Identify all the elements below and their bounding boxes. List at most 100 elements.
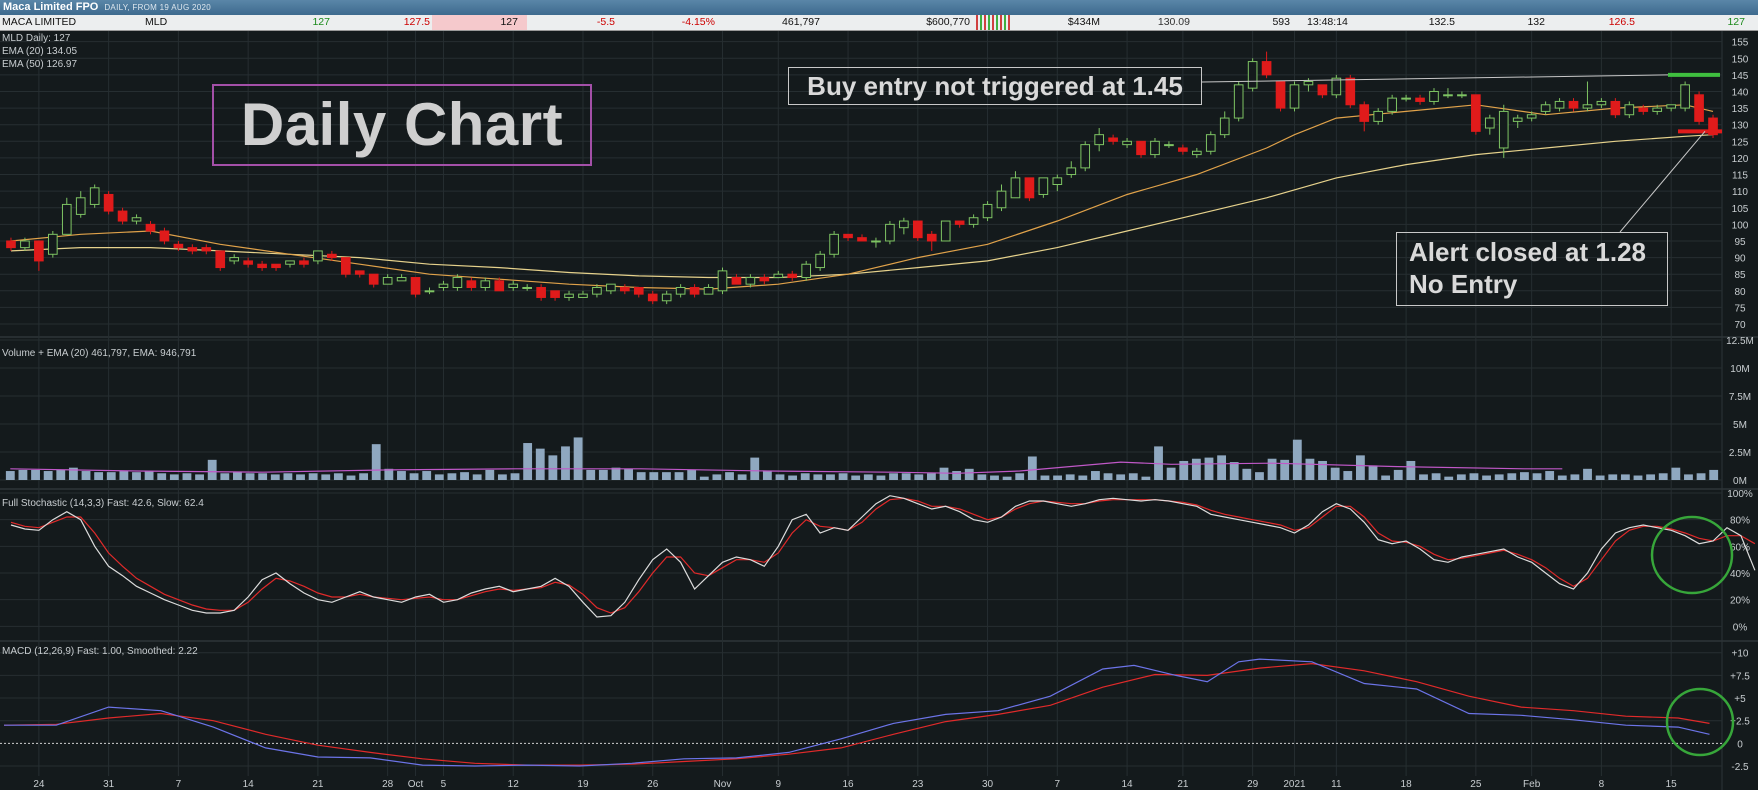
price-tick-label: 75 (1734, 303, 1746, 314)
candle-up (1582, 104, 1593, 109)
volume-bar (926, 473, 936, 480)
candle-up (1052, 177, 1063, 186)
quote-change-pct: -4.15% (681, 16, 715, 28)
volume-bar (813, 474, 823, 480)
candle-down (912, 220, 923, 239)
price-tick-label: 110 (1732, 187, 1748, 198)
quote-value: $600,770 (926, 16, 970, 28)
x-tick-label: 7 (176, 779, 182, 790)
candle-up (89, 187, 100, 205)
x-tick-label: 5 (441, 779, 447, 790)
candle-down (410, 277, 421, 295)
volume-bar (598, 469, 608, 480)
volume-bar (31, 469, 40, 480)
candle-down (857, 237, 867, 242)
stoch-label: Full Stochastic (14,3,3) Fast: 42.6, Slo… (2, 498, 204, 509)
volume-tick-label: 12.5M (1726, 336, 1754, 347)
candle-down (759, 277, 770, 282)
volume-bar (321, 474, 331, 480)
x-tick-label: 18 (1401, 779, 1413, 790)
macd-label: MACD (12,26,9) Fast: 1.00, Smoothed: 2.2… (2, 646, 198, 657)
candle-down (1178, 147, 1188, 152)
candle-up (1387, 97, 1397, 112)
macd-tick-label: +10 (1732, 649, 1749, 660)
quote-low: 127 (1727, 16, 1745, 28)
candle-up (578, 293, 588, 298)
quote-ask: 127 (500, 16, 518, 28)
volume-bar (1368, 465, 1378, 480)
x-tick-label: Feb (1523, 779, 1541, 790)
candle-down (159, 230, 170, 242)
candle-up (1205, 134, 1216, 152)
candle-up (1192, 150, 1202, 156)
candle-down (1024, 177, 1035, 199)
volume-bar (1646, 474, 1656, 480)
volume-bar (1557, 475, 1567, 480)
candle-up (773, 273, 784, 279)
candle-down (187, 247, 198, 252)
volume-bar (1166, 467, 1176, 480)
window-subtitle: DAILY, FROM 19 AUG 2020 (104, 3, 212, 12)
price-tick-label: 100 (1732, 220, 1749, 231)
price-tick-label: 70 (1734, 320, 1746, 331)
volume-bar (233, 472, 242, 480)
volume-bar (43, 471, 53, 480)
candle-down (1610, 100, 1621, 116)
price-tick-label: 90 (1734, 254, 1746, 265)
candle-up (1512, 117, 1523, 122)
price-label-ema20: EMA (20) 134.05 (2, 46, 78, 57)
volume-bar (662, 472, 671, 480)
volume-bar (800, 473, 810, 480)
candle-down (633, 286, 644, 295)
volume-bar (1002, 476, 1012, 480)
candle-down (257, 263, 267, 269)
volume-tick-label: 7.5M (1729, 392, 1751, 403)
quote-volume: 461,797 (782, 16, 820, 28)
volume-bar (434, 474, 444, 480)
x-tick-label: 2021 (1283, 779, 1306, 790)
price-tick-label: 105 (1732, 204, 1749, 215)
volume-bar (81, 471, 91, 480)
volume-bar (1709, 469, 1719, 480)
candle-up (1233, 84, 1244, 119)
quote-code: MLD (145, 16, 168, 28)
volume-bar (952, 471, 962, 480)
x-tick-label: 14 (1122, 779, 1134, 790)
volume-bar (535, 448, 545, 480)
volume-bar (1507, 473, 1517, 480)
candle-up (996, 190, 1007, 209)
volume-bar (144, 471, 154, 480)
candle-down (731, 277, 742, 285)
candle-up (452, 277, 463, 288)
volume-bar (1444, 476, 1454, 480)
candle-up (1066, 167, 1077, 176)
quote-high: 126.5 (1608, 16, 1635, 28)
volume-tick-label: 0M (1733, 476, 1747, 487)
volume-bar (346, 475, 356, 480)
candle-up (1624, 104, 1635, 116)
candle-up (1526, 114, 1537, 119)
candle-down (1275, 81, 1286, 109)
x-tick-label: 15 (1666, 779, 1678, 790)
quote-bid: 127.5 (403, 16, 430, 28)
candle-up (1666, 104, 1676, 109)
volume-bar (397, 471, 406, 480)
window-titlebar: Maca Limited FPO DAILY, FROM 19 AUG 2020 (0, 0, 1758, 15)
x-tick-label: 21 (1177, 779, 1189, 790)
volume-bar (409, 473, 419, 480)
x-tick-label: 23 (912, 779, 924, 790)
quote-pe: 130.09 (1157, 16, 1190, 28)
volume-bar (270, 474, 280, 480)
candle-up (661, 293, 672, 302)
candle-down (368, 273, 379, 285)
candle-up (1094, 134, 1104, 146)
candle-up (899, 220, 909, 229)
candle-down (34, 240, 44, 262)
stoch-tick-label: 100% (1727, 489, 1753, 500)
volume-bar (1191, 458, 1201, 480)
candle-up (480, 280, 491, 288)
volume-bar (762, 471, 772, 480)
stoch-fast-line (10, 495, 1756, 618)
volume-bar (586, 469, 596, 480)
x-tick-label: 11 (1331, 779, 1342, 790)
